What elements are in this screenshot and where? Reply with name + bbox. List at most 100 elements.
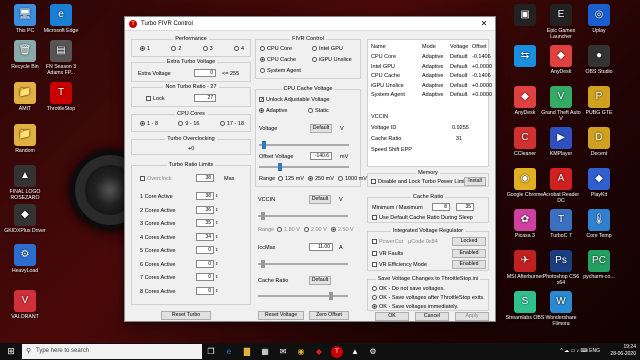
reset-voltage-button[interactable]: Reset Voltage <box>258 311 304 320</box>
vr-efficiency-checkbox[interactable]: VR Efficiency Mode <box>372 262 427 268</box>
fivr-option-radio[interactable]: CPU Cache <box>260 57 296 63</box>
cache-range-radio[interactable]: 125 mV <box>278 176 304 182</box>
unlock-voltage-checkbox[interactable]: Unlock Adjustable Voltage <box>259 97 330 103</box>
desktop-icon[interactable]: A Acrobat Reader DC <box>540 168 582 204</box>
lock-checkbox[interactable]: Lock <box>146 96 165 102</box>
desktop-icon[interactable]: ◎ Uplay <box>578 4 620 34</box>
throttlestop-taskbar-icon[interactable]: T <box>331 345 343 358</box>
desktop-icon[interactable]: D Decent <box>578 127 620 157</box>
static-radio[interactable]: Static <box>308 108 329 114</box>
cpu-cores-radio[interactable]: 1 - 8 <box>140 121 158 127</box>
core-ratio-field[interactable]: 0 <box>196 273 214 281</box>
ratio-spinner-icon[interactable]: ⇕ <box>215 193 218 198</box>
apply-button[interactable]: Apply <box>455 312 489 321</box>
desktop-icon[interactable]: P PUBG GTE <box>578 86 620 116</box>
cache-range-radio[interactable]: 250 mV <box>307 176 334 182</box>
fivr-option-radio[interactable]: Intel GPU <box>312 46 343 52</box>
desktop-icon[interactable]: E Epic Games Launcher <box>540 4 582 40</box>
edge-taskbar-icon[interactable]: e <box>220 347 238 356</box>
task-view-icon[interactable]: ❐ <box>202 347 220 356</box>
offset-field[interactable]: -140.6 <box>310 152 332 160</box>
desktop-icon[interactable]: ▤ FN Season 3 Adamx FP... <box>40 40 82 76</box>
cache-ratio-slider[interactable] <box>258 292 348 300</box>
app-taskbar-icon[interactable]: ▲ <box>346 347 364 356</box>
vccin-range-radio[interactable]: 1.80 V <box>277 227 300 233</box>
desktop-icon[interactable]: Ps Photoshop CS6 x64 <box>540 250 582 286</box>
desktop-icon[interactable]: W Wondershare Filmora <box>540 291 582 327</box>
store-taskbar-icon[interactable]: ▦ <box>256 347 274 356</box>
offset-slider[interactable] <box>259 163 349 171</box>
locked-button[interactable]: Locked <box>452 237 486 246</box>
desktop-icon[interactable]: ▶ KMPlayer <box>540 127 582 157</box>
vr-faults-checkbox[interactable]: VR Faults <box>372 251 403 257</box>
search-box[interactable]: ⚲ Type here to search <box>22 344 202 359</box>
cpu-cores-radio[interactable]: 17 - 18 <box>219 121 244 127</box>
desktop-icon[interactable]: ● OBS Studio <box>578 45 620 75</box>
save-option-radio[interactable]: OK - Save voltages after ThrottleStop ex… <box>372 295 485 301</box>
ratio-spinner-icon[interactable]: ⇕ <box>215 220 218 225</box>
settings-taskbar-icon[interactable]: ⚙ <box>364 347 382 356</box>
core-ratio-field[interactable]: 0 <box>196 259 214 268</box>
desktop-icon[interactable]: ◆ PlayKit <box>578 168 620 198</box>
mail-taskbar-icon[interactable]: ✉ <box>274 347 292 356</box>
desktop-icon[interactable]: ◆ AnyDesk <box>540 45 582 75</box>
vccin-slider[interactable] <box>258 212 348 220</box>
core-ratio-field[interactable]: 0 <box>196 286 214 295</box>
disable-power-limits-checkbox[interactable]: Disable and Lock Turbo Power Limits <box>371 179 469 185</box>
iccmax-slider[interactable] <box>258 260 348 268</box>
windows-start-icon[interactable]: ⊞ <box>0 346 22 357</box>
game-taskbar-icon[interactable]: ◆ <box>310 347 328 356</box>
core-ratio-field[interactable]: 38 <box>196 192 214 200</box>
powercut-checkbox[interactable]: PowerCut <box>372 239 403 245</box>
language-indicator[interactable]: ENG <box>589 348 600 354</box>
desktop-icon[interactable]: ⚙ HeavyLoad <box>4 244 46 274</box>
ratio-spinner-icon[interactable]: ⇕ <box>215 247 218 252</box>
cache-ratio-default-button[interactable]: Default <box>309 276 331 285</box>
desktop-icon[interactable]: T TurboC 7 <box>540 209 582 239</box>
save-option-radio[interactable]: OK - Do not save voltages. <box>372 286 445 292</box>
desktop-icon[interactable]: T ThrottleStop <box>40 82 82 112</box>
core-ratio-field[interactable]: 36 <box>196 205 214 214</box>
ok-button[interactable]: OK <box>375 312 409 321</box>
chrome-taskbar-icon[interactable]: ◉ <box>292 347 310 356</box>
tray-icons[interactable]: ^ ☁ ▭ ♪ ⌨ <box>560 348 589 354</box>
desktop-icon[interactable]: 🌡 Core Temp <box>578 209 620 239</box>
overclock-field[interactable]: 38 <box>196 174 214 182</box>
fivr-option-radio[interactable]: CPU Core <box>260 46 292 52</box>
core-ratio-field[interactable]: 35 <box>196 219 214 227</box>
overclock-checkbox[interactable]: Overclock <box>140 176 171 182</box>
fivr-option-radio[interactable]: iGPU Unslice <box>312 57 352 63</box>
ratio-spinner-icon[interactable]: ⇕ <box>215 234 218 239</box>
folder-taskbar-icon[interactable]: ▇ <box>238 347 256 356</box>
iccmax-field[interactable]: 11.00 <box>309 243 333 251</box>
fivr-option-radio[interactable]: System Agent <box>260 68 301 74</box>
performance-radio[interactable]: 4 <box>233 46 244 52</box>
vr-faults-button[interactable]: Enabled <box>452 249 486 258</box>
core-ratio-field[interactable]: 0 <box>196 246 214 254</box>
default-cache-ratio-checkbox[interactable]: Use Default Cache Ratio During Sleep <box>372 215 473 221</box>
performance-radio[interactable]: 3 <box>202 46 213 52</box>
non-turbo-field[interactable]: 27 <box>194 94 216 102</box>
adaptive-radio[interactable]: Adaptive <box>259 108 287 114</box>
reset-turbo-button[interactable]: Reset Turbo <box>161 311 211 320</box>
extra-voltage-field[interactable]: 0 <box>194 69 216 77</box>
vccin-default-button[interactable]: Default <box>309 195 331 204</box>
vccin-range-radio[interactable]: 2.50 V <box>330 227 354 233</box>
cpu-cores-radio[interactable]: 9 - 16 <box>178 121 199 127</box>
voltage-default-button[interactable]: Default <box>310 124 332 133</box>
vccin-range-radio[interactable]: 2.00 V <box>303 227 327 233</box>
desktop-icon[interactable]: ◆ GKIDXPlus Driver <box>4 204 46 234</box>
desktop-icon[interactable]: ▲ FINAL LOGO ROSEZARO <box>4 165 46 201</box>
close-icon[interactable]: ✕ <box>473 17 495 31</box>
cache-min-field[interactable]: 8 <box>432 203 450 211</box>
install-button[interactable]: Install <box>464 177 486 186</box>
clock[interactable]: 19:24 28-06-2020 <box>610 344 636 358</box>
voltage-slider[interactable] <box>259 141 349 149</box>
desktop-icon[interactable]: V VALORANT <box>4 290 46 320</box>
core-ratio-field[interactable]: 34 <box>196 232 214 241</box>
zero-offset-button[interactable]: Zero Offset <box>309 311 349 320</box>
cancel-button[interactable]: Cancel <box>415 312 449 321</box>
desktop-icon[interactable]: e Microsoft Edge <box>40 4 82 34</box>
save-option-radio[interactable]: OK - Save voltages immediately. <box>372 304 458 310</box>
performance-radio[interactable]: 1 <box>140 46 150 52</box>
